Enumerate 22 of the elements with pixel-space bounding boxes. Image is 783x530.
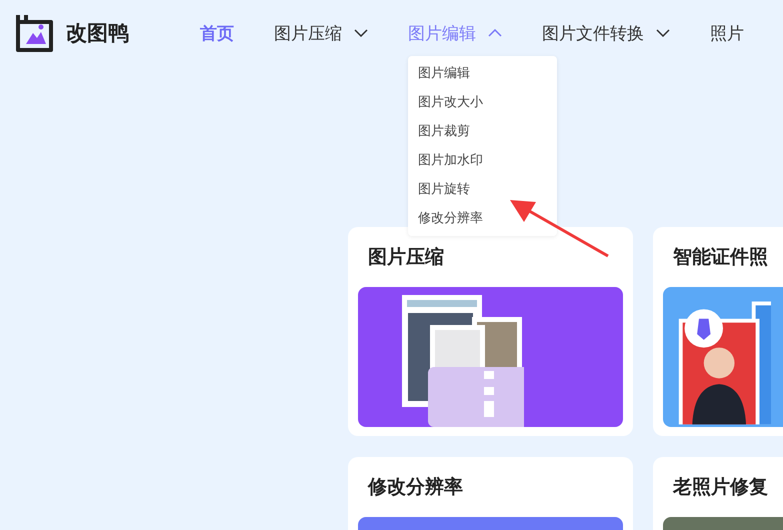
logo-icon[interactable] — [16, 14, 54, 52]
menu-item[interactable]: 图片改大小 — [408, 88, 557, 116]
chevron-icon — [656, 29, 670, 37]
card-title: 智能证件照 — [672, 245, 769, 270]
menu-item[interactable]: 图片编辑 — [408, 58, 557, 88]
menu-item[interactable]: 图片裁剪 — [408, 116, 557, 146]
menu-item[interactable]: 图片旋转 — [408, 174, 557, 204]
brand-name[interactable]: 改图鸭 — [66, 19, 129, 47]
tool-card[interactable]: 智能证件照 — [653, 227, 783, 436]
card-title: 老照片修复 — [672, 475, 769, 500]
chevron-icon — [488, 29, 502, 37]
chevron-icon — [354, 29, 368, 37]
card-title: 修改分辨率 — [366, 475, 464, 500]
menu-item[interactable]: 图片加水印 — [408, 146, 557, 174]
nav-link[interactable]: 图片压缩 — [274, 22, 368, 44]
tool-card[interactable]: 老照片修复 — [653, 457, 783, 530]
tool-card[interactable]: 图片压缩 — [348, 227, 633, 436]
nav-link[interactable]: 图片文件转换 — [542, 22, 670, 44]
nav-link[interactable]: 照片 — [710, 22, 744, 44]
tool-card[interactable]: 修改分辨率 — [348, 457, 633, 530]
nav-link[interactable]: 首页 — [200, 22, 234, 44]
card-title: 图片压缩 — [367, 245, 445, 270]
